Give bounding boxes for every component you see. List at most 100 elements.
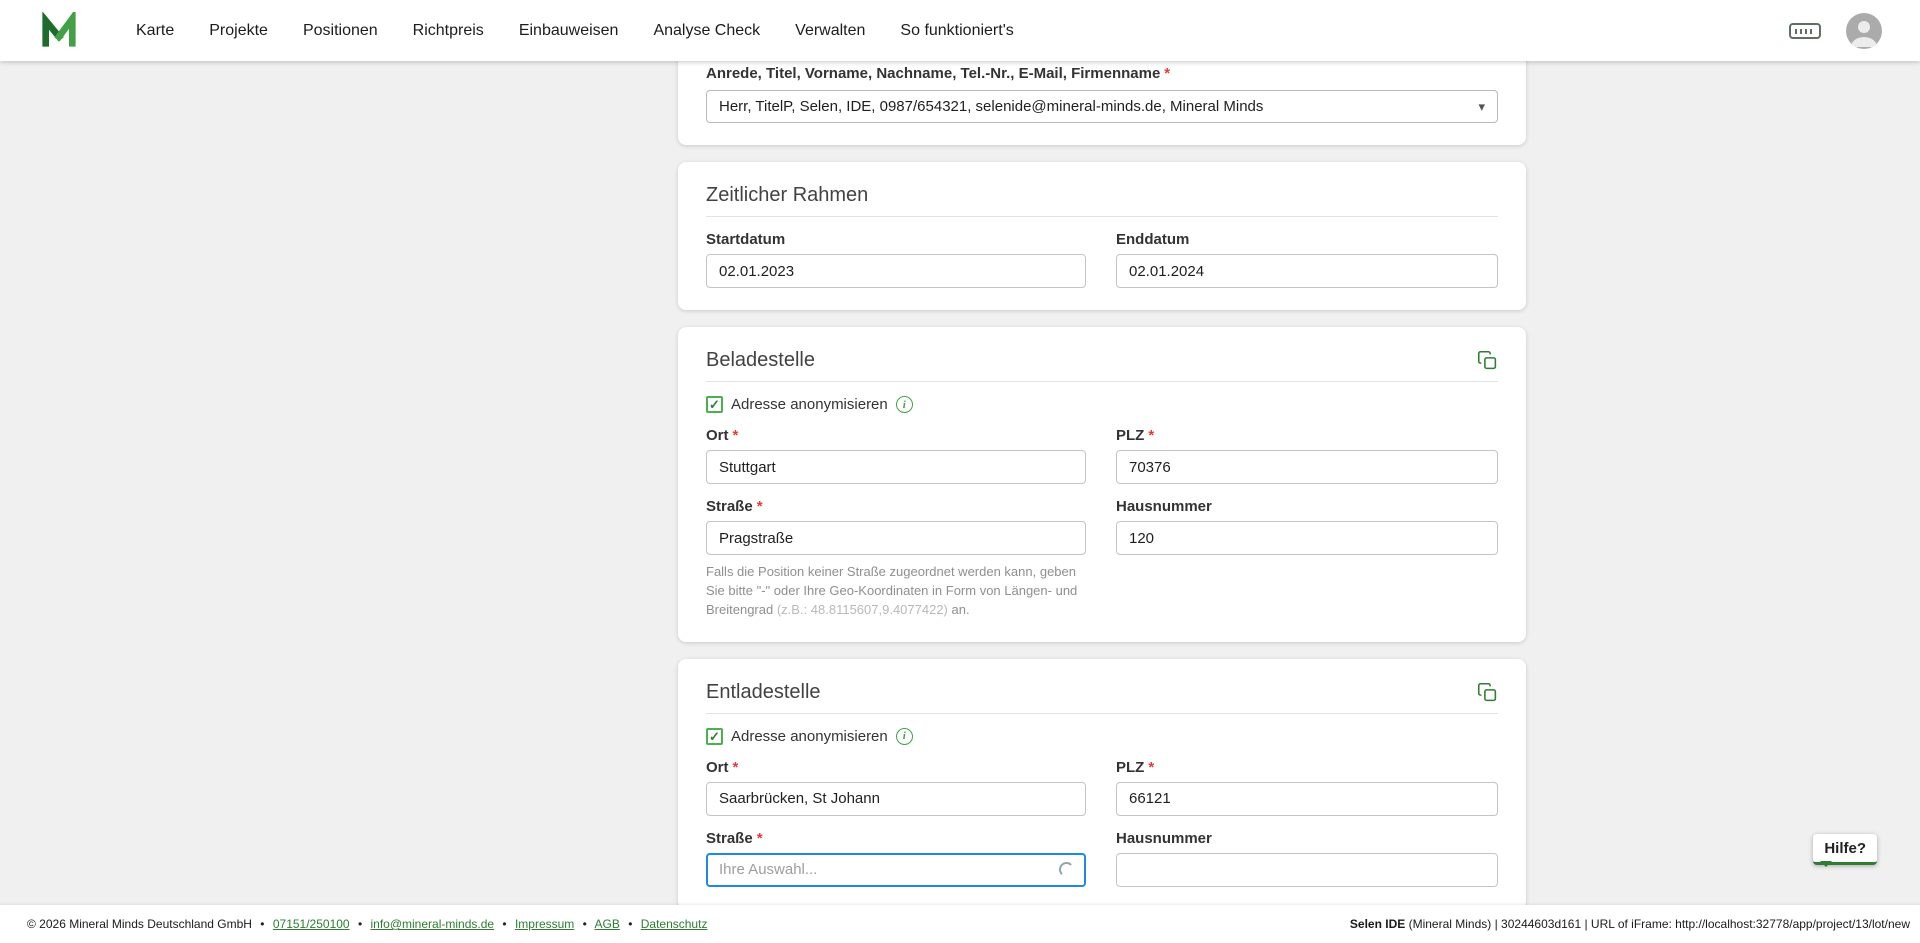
copy-icon[interactable] [1477,682,1498,703]
info-icon[interactable]: i [896,728,913,745]
main-nav: Karte Projekte Positionen Richtpreis Ein… [136,22,1014,40]
loading-plz-field: PLZ* [1116,427,1498,484]
unloading-plz-input[interactable] [1116,782,1498,816]
top-nav: Karte Projekte Positionen Richtpreis Ein… [0,0,1920,61]
ort-label-text: Ort [706,427,729,444]
nav-item-analyse-check[interactable]: Analyse Check [653,22,760,40]
unloading-strasse-input[interactable] [706,853,1086,887]
separator: • [358,917,362,931]
form-column: Anrede, Titel, Vorname, Nachname, Tel.-N… [678,61,1526,905]
footer-link-email[interactable]: info@mineral-minds.de [370,917,494,931]
unloading-strasse-label: Straße* [706,830,1086,847]
loading-ort-input[interactable] [706,450,1086,484]
card-title-zeitlicher-rahmen: Zeitlicher Rahmen [706,184,868,207]
unloading-hausnummer-input[interactable] [1116,853,1498,887]
nav-item-so-funktionierts[interactable]: So funktioniert's [900,22,1013,40]
footer-link-phone[interactable]: 07151/250100 [273,917,350,931]
session-info-text: (Mineral Minds) | 30244603d161 | URL of … [1405,917,1910,931]
logo-icon [40,12,78,50]
plz-label-text: PLZ [1116,759,1144,776]
nav-item-karte[interactable]: Karte [136,22,174,40]
nav-item-positionen[interactable]: Positionen [303,22,378,40]
nav-item-projekte[interactable]: Projekte [209,22,268,40]
street-hint-text: Falls die Position keiner Straße zugeord… [706,563,1086,620]
required-asterisk: * [733,427,739,444]
avatar[interactable] [1846,13,1882,49]
unloading-plz-field: PLZ* [1116,759,1498,816]
contact-label: Anrede, Titel, Vorname, Nachname, Tel.-N… [706,65,1498,82]
footer-right: Selen IDE (Mineral Minds) | 30244603d161… [1350,917,1910,931]
footer-link-datenschutz[interactable]: Datenschutz [641,917,708,931]
logo[interactable] [40,12,78,50]
contact-label-text: Anrede, Titel, Vorname, Nachname, Tel.-N… [706,65,1160,82]
separator: • [260,917,264,931]
copy-icon[interactable] [1477,350,1498,371]
unloading-hausnummer-label: Hausnummer [1116,830,1498,847]
footer-link-impressum[interactable]: Impressum [515,917,574,931]
checkbox-checked-icon[interactable]: ✓ [706,728,723,745]
hint-suffix-text: an. [948,602,970,617]
footer: © 2026 Mineral Minds Deutschland GmbH • … [0,905,1920,943]
card-title-entladestelle: Entladestelle [706,681,821,704]
copyright-text: © 2026 Mineral Minds Deutschland GmbH [27,917,252,931]
startdatum-label: Startdatum [706,231,1086,248]
contact-card: Anrede, Titel, Vorname, Nachname, Tel.-N… [678,61,1526,145]
nav-item-verwalten[interactable]: Verwalten [795,22,865,40]
content-area: Anrede, Titel, Vorname, Nachname, Tel.-N… [0,61,1920,905]
loading-strasse-field: Straße* [706,498,1086,555]
loading-ort-field: Ort* [706,427,1086,484]
loading-anonymize-row[interactable]: ✓ Adresse anonymisieren i [706,396,1498,413]
enddatum-input[interactable] [1116,254,1498,288]
unloading-anonymize-row[interactable]: ✓ Adresse anonymisieren i [706,728,1498,745]
unloading-hausnummer-field: Hausnummer [1116,830,1498,887]
nav-item-einbauweisen[interactable]: Einbauweisen [519,22,619,40]
nav-item-richtpreis[interactable]: Richtpreis [413,22,484,40]
anonymize-label: Adresse anonymisieren [731,396,888,413]
strasse-label-text: Straße [706,830,753,847]
required-asterisk: * [757,498,763,515]
separator: • [628,917,632,931]
unloading-strasse-field: Straße* [706,830,1086,887]
required-asterisk: * [1164,65,1170,82]
required-asterisk: * [1148,427,1154,444]
timeframe-card: Zeitlicher Rahmen Startdatum Enddatum [678,162,1526,310]
strasse-label-text: Straße [706,498,753,515]
loading-hausnummer-label: Hausnummer [1116,498,1498,515]
loading-plz-input[interactable] [1116,450,1498,484]
nav-right [1788,13,1882,49]
startdatum-input[interactable] [706,254,1086,288]
loading-hausnummer-input[interactable] [1116,521,1498,555]
footer-link-agb[interactable]: AGB [595,917,620,931]
separator: • [583,917,587,931]
unloading-ort-input[interactable] [706,782,1086,816]
help-button[interactable]: Hilfe? [1813,834,1877,865]
info-icon[interactable]: i [896,396,913,413]
enddatum-field: Enddatum [1116,231,1498,288]
required-asterisk: * [757,830,763,847]
loading-ort-label: Ort* [706,427,1086,444]
required-asterisk: * [1148,759,1154,776]
plz-label-text: PLZ [1116,427,1144,444]
footer-left: © 2026 Mineral Minds Deutschland GmbH • … [27,917,707,931]
session-user-text: Selen IDE [1350,917,1405,931]
loading-location-card: Beladestelle ✓ Adresse anonymisieren i O… [678,327,1526,642]
chevron-down-icon: ▾ [1478,99,1485,115]
avatar-icon [1846,13,1882,49]
unloading-plz-label: PLZ* [1116,759,1498,776]
unloading-ort-label: Ort* [706,759,1086,776]
loading-spinner-icon [1059,862,1074,877]
separator: • [502,917,506,931]
scale-icon[interactable] [1788,19,1822,43]
contact-select[interactable]: Herr, TitelP, Selen, IDE, 0987/654321, s… [706,90,1498,123]
anonymize-label: Adresse anonymisieren [731,728,888,745]
loading-hausnummer-field: Hausnummer [1116,498,1498,555]
unloading-location-card: Entladestelle ✓ Adresse anonymisieren i … [678,659,1526,905]
enddatum-label: Enddatum [1116,231,1498,248]
startdatum-field: Startdatum [706,231,1086,288]
contact-select-value: Herr, TitelP, Selen, IDE, 0987/654321, s… [719,98,1263,115]
checkbox-checked-icon[interactable]: ✓ [706,396,723,413]
hint-coords-text: (z.B.: 48.8115607,9.4077422) [777,602,948,617]
card-title-beladestelle: Beladestelle [706,349,815,372]
loading-strasse-input[interactable] [706,521,1086,555]
unloading-ort-field: Ort* [706,759,1086,816]
